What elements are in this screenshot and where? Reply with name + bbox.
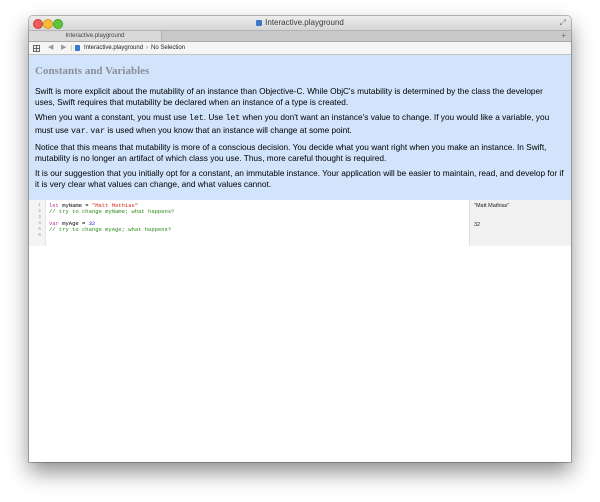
comment: // try to change myName; what happens?	[49, 208, 175, 215]
line-number: 6	[38, 233, 41, 238]
code-let-2: let	[225, 114, 241, 123]
line-number: 3	[38, 215, 41, 220]
related-items-grid-icon[interactable]	[33, 45, 41, 53]
jump-bar: ◀ ▶ Interactive.playground › No Selectio…	[29, 42, 571, 55]
paragraph-1: Swift is more explicit about the mutabil…	[35, 86, 543, 107]
p2-text-b: . Use	[203, 112, 226, 122]
code-line-5[interactable]: // try to change myAge; what happens?	[49, 227, 171, 233]
paragraph-2: When you want a constant, you must use l…	[35, 112, 565, 137]
code-let-1: let	[189, 114, 204, 123]
playground-file-icon	[256, 19, 263, 26]
playground-window: Interactive.playground ⤢ Interactive.pla…	[29, 16, 571, 462]
breadcrumb-file[interactable]: Interactive.playground	[84, 42, 143, 54]
forward-arrow-icon[interactable]: ▶	[61, 42, 66, 54]
section-title: Constants and Variables	[35, 65, 150, 77]
line-number: 1	[38, 203, 41, 208]
window-title: Interactive.playground	[29, 16, 571, 30]
result-line-4[interactable]: 32	[474, 222, 480, 228]
playground-file-icon	[75, 45, 80, 51]
breadcrumb-chevron-icon: ›	[146, 45, 148, 51]
back-arrow-icon[interactable]: ◀	[48, 42, 53, 54]
line-number: 4	[38, 221, 41, 226]
tab-label: Interactive.playground	[65, 33, 125, 39]
tab-interactive-playground[interactable]: Interactive.playground	[29, 31, 162, 41]
window-title-text: Interactive.playground	[265, 18, 344, 27]
paragraph-3: Notice that this means that mutability i…	[35, 142, 547, 163]
code-var-2: var	[90, 126, 106, 136]
p2-text-e: is used when you know that an instance w…	[105, 124, 352, 135]
fullscreen-icon[interactable]: ⤢	[560, 19, 566, 27]
code-editor[interactable]: 1 2 3 4 5 6 let myName = "Matt Mathias" …	[29, 200, 571, 462]
add-tab-icon[interactable]: +	[561, 31, 566, 41]
paragraph-4: It is our suggestion that you initially …	[35, 168, 564, 189]
code-var-1: var	[70, 126, 86, 136]
line-number: 2	[38, 209, 41, 214]
breadcrumb-selection[interactable]: No Selection	[151, 42, 185, 54]
documentation-section: Constants and Variables Swift is more ex…	[29, 55, 571, 200]
tab-bar: Interactive.playground +	[29, 30, 571, 42]
results-sidebar: "Matt Mathias" 32	[469, 200, 571, 246]
p2-text-a: When you want a constant, you must use	[35, 112, 190, 122]
comment: // try to change myAge; what happens?	[49, 226, 172, 233]
code-line-2[interactable]: // try to change myName; what happens?	[49, 209, 174, 215]
line-number: 5	[38, 227, 41, 232]
result-line-1[interactable]: "Matt Mathias"	[474, 203, 509, 209]
line-number-gutter: 1 2 3 4 5 6	[29, 200, 46, 246]
title-bar[interactable]: Interactive.playground ⤢	[29, 16, 571, 30]
jump-bar-divider	[71, 45, 72, 51]
